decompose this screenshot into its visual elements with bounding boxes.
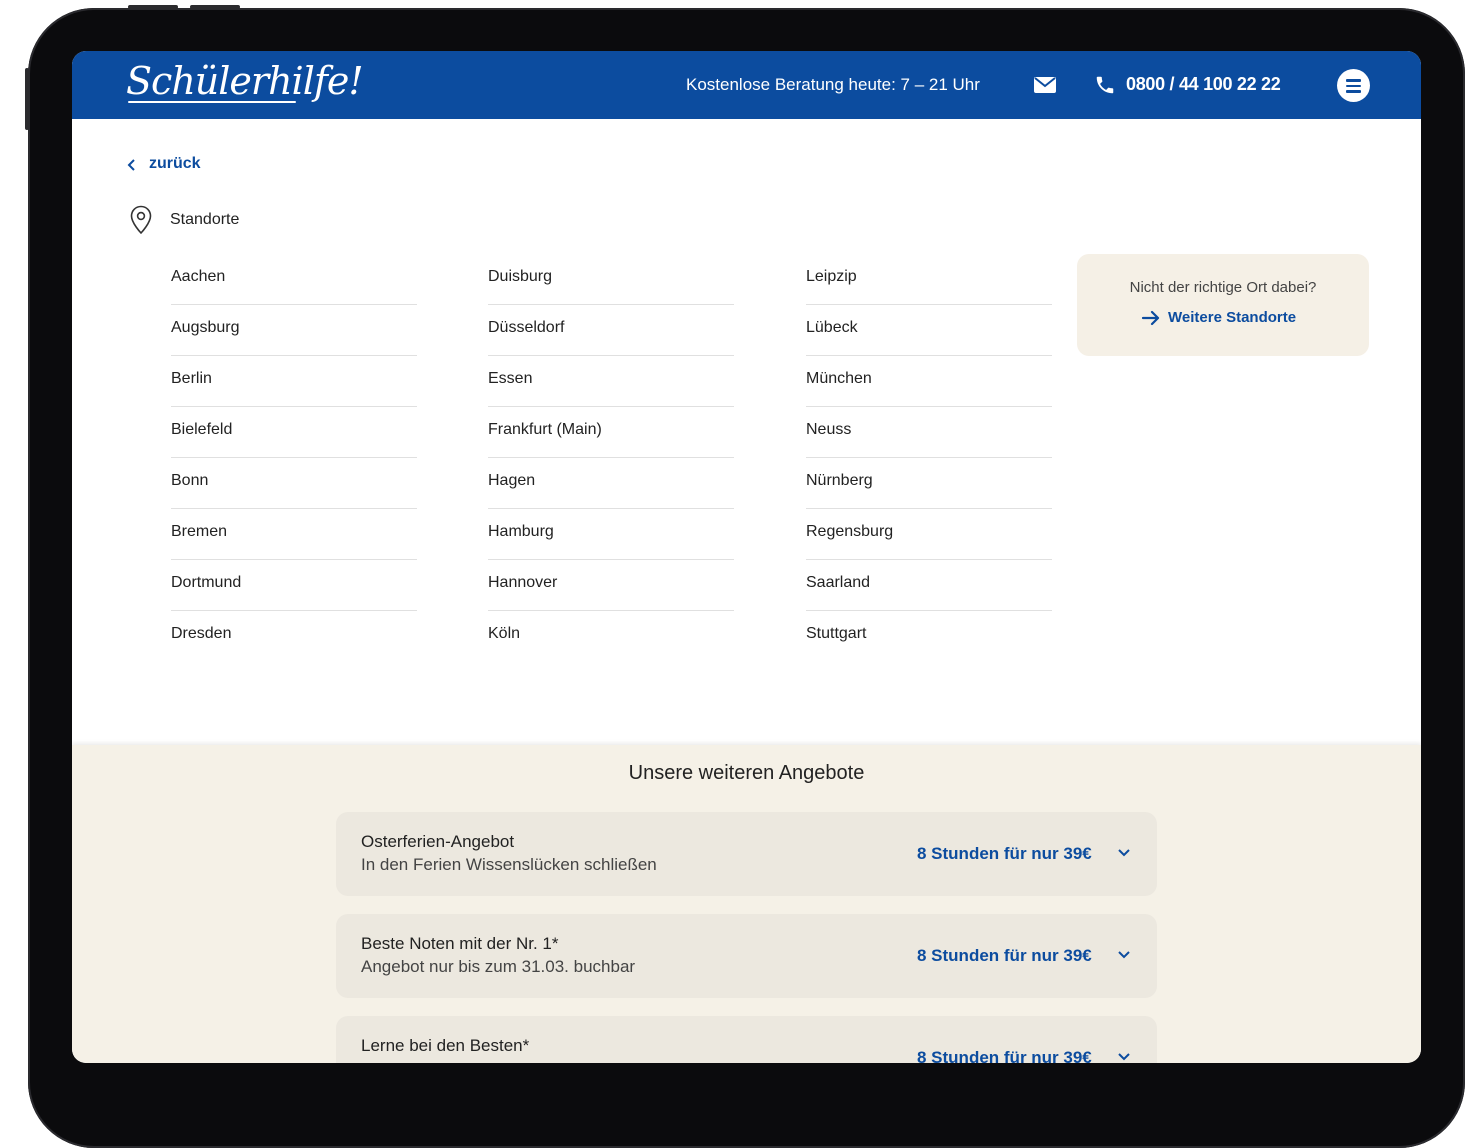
location-item[interactable]: Hannover [488,561,734,611]
device-button [128,5,178,9]
chevron-down-icon[interactable] [1117,950,1131,960]
phone-number[interactable]: 0800 / 44 100 22 22 [1126,74,1281,95]
chevron-down-icon[interactable] [1117,848,1131,858]
more-locations-question: Nicht der richtige Ort dabei? [1129,279,1317,296]
device-button [190,5,240,9]
location-item[interactable]: Neuss [806,408,1052,458]
menu-icon [1346,79,1361,82]
mail-icon[interactable] [1034,77,1056,93]
location-item[interactable]: Bielefeld [171,408,417,458]
location-item[interactable]: Hamburg [488,510,734,560]
location-item[interactable]: Regensburg [806,510,1052,560]
back-link[interactable]: zurück [149,155,201,173]
logo[interactable]: Schülerhilfe! [126,59,364,103]
phone-icon[interactable] [1094,74,1116,96]
offer-subtitle: Angebot nur bis zum 31.03. buchbar [361,957,636,976]
location-item[interactable]: Stuttgart [806,612,1052,662]
location-item[interactable]: Hagen [488,459,734,509]
offers-title: Unsere weiteren Angebote [628,762,865,784]
location-item[interactable]: Köln [488,612,734,662]
logo-underline [128,101,296,103]
offer-title: Osterferien-Angebot [361,832,515,851]
chevron-left-icon[interactable] [126,157,138,173]
arrow-right-icon[interactable] [1141,309,1161,327]
location-item[interactable]: Bonn [171,459,417,509]
location-item[interactable]: Frankfurt (Main) [488,408,734,458]
location-item[interactable]: Aachen [171,255,417,305]
menu-icon-bar [1346,90,1361,93]
location-item[interactable]: Bremen [171,510,417,560]
site-header: Schülerhilfe! Kostenlose Beratung heute:… [72,51,1421,119]
location-item[interactable]: Duisburg [488,255,734,305]
offer-card[interactable]: Osterferien-Angebot In den Ferien Wissen… [336,812,1157,896]
menu-button[interactable] [1337,69,1370,102]
offer-price[interactable]: 8 Stunden für nur 39€ [917,1048,1092,1063]
locations-heading: Standorte [170,211,240,228]
screen: Schülerhilfe! Kostenlose Beratung heute:… [72,51,1421,1063]
location-item[interactable]: Dortmund [171,561,417,611]
offer-price[interactable]: 8 Stunden für nur 39€ [917,844,1092,864]
more-locations-link[interactable]: Weitere Standorte [1168,309,1296,326]
menu-icon-bar [1346,84,1361,87]
location-item[interactable]: Essen [488,357,734,407]
offers-section: Unsere weiteren Angebote Osterferien-Ang… [72,745,1421,1063]
offer-subtitle: In den Ferien Wissenslücken schließen [361,855,657,874]
device-button [25,68,29,130]
offer-card[interactable]: Beste Noten mit der Nr. 1* Angebot nur b… [336,914,1157,998]
chevron-down-icon[interactable] [1117,1052,1131,1062]
location-item[interactable]: Nürnberg [806,459,1052,509]
more-locations-box: Nicht der richtige Ort dabei? Weitere St… [1077,254,1369,356]
location-item[interactable]: Berlin [171,357,417,407]
location-item[interactable]: Saarland [806,561,1052,611]
offer-price[interactable]: 8 Stunden für nur 39€ [917,946,1092,966]
consultation-hours: Kostenlose Beratung heute: 7 – 21 Uhr [686,75,980,94]
location-item[interactable]: Dresden [171,612,417,662]
offer-card[interactable]: Lerne bei den Besten* 8 Stunden für nur … [336,1016,1157,1063]
location-item[interactable]: Leipzip [806,255,1052,305]
location-item[interactable]: Augsburg [171,306,417,356]
offer-title: Lerne bei den Besten* [361,1036,530,1055]
location-item[interactable]: Düsseldorf [488,306,734,356]
location-item[interactable]: München [806,357,1052,407]
map-pin-icon [130,205,152,235]
location-item[interactable]: Lübeck [806,306,1052,356]
offer-title: Beste Noten mit der Nr. 1* [361,934,559,953]
